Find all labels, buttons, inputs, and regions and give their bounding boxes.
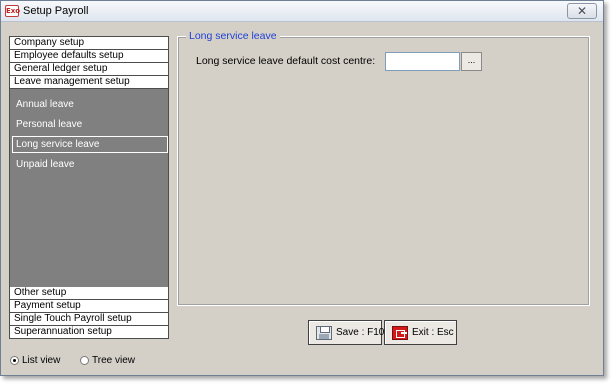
app-logo-icon: Exo xyxy=(5,5,21,17)
browse-cost-centre-button[interactable]: ... xyxy=(461,52,482,71)
default-cost-centre-input[interactable] xyxy=(385,52,460,71)
window-title: Setup Payroll xyxy=(23,5,89,17)
leave-management-panel: Annual leave Personal leave Long service… xyxy=(9,89,169,287)
nav-item-long-service-leave[interactable]: Long service leave xyxy=(12,136,168,153)
nav-item-personal-leave[interactable]: Personal leave xyxy=(12,116,168,133)
nav-section-superannuation-setup[interactable]: Superannuation setup xyxy=(9,325,169,339)
setup-payroll-window: Exo Setup Payroll ✕ Company setup Employ… xyxy=(0,0,604,376)
nav-item-annual-leave[interactable]: Annual leave xyxy=(12,96,168,113)
save-button-label: Save : F10 xyxy=(336,327,385,338)
list-view-radio-dot[interactable] xyxy=(10,356,19,365)
nav-item-unpaid-leave[interactable]: Unpaid leave xyxy=(12,156,168,173)
nav-section-single-touch-payroll-setup[interactable]: Single Touch Payroll setup xyxy=(9,312,169,326)
view-mode-options: List view Tree view xyxy=(10,354,170,370)
exit-icon xyxy=(392,326,408,340)
save-button[interactable]: Save : F10 xyxy=(308,320,385,345)
exit-button[interactable]: Exit : Esc xyxy=(384,320,457,345)
nav-section-company-setup[interactable]: Company setup xyxy=(9,36,169,50)
group-title: Long service leave xyxy=(186,29,280,43)
nav-section-leave-management-setup[interactable]: Leave management setup xyxy=(9,75,169,89)
list-view-label: List view xyxy=(22,355,61,366)
tree-view-radio-dot[interactable] xyxy=(80,356,89,365)
nav-section-employee-defaults-setup[interactable]: Employee defaults setup xyxy=(9,49,169,63)
tree-view-label: Tree view xyxy=(92,355,135,366)
long-service-leave-group: Long service leave Long service leave de… xyxy=(177,29,590,306)
default-cost-centre-label: Long service leave default cost centre: xyxy=(196,55,376,67)
title-bar: Exo Setup Payroll ✕ xyxy=(1,1,603,22)
setup-navigation: Company setup Employee defaults setup Ge… xyxy=(9,36,169,347)
exit-button-label: Exit : Esc xyxy=(412,327,454,338)
nav-section-payment-setup[interactable]: Payment setup xyxy=(9,299,169,313)
nav-section-other-setup[interactable]: Other setup xyxy=(9,286,169,300)
nav-section-general-ledger-setup[interactable]: General ledger setup xyxy=(9,62,169,76)
save-icon xyxy=(316,326,332,340)
close-button[interactable]: ✕ xyxy=(567,3,597,19)
